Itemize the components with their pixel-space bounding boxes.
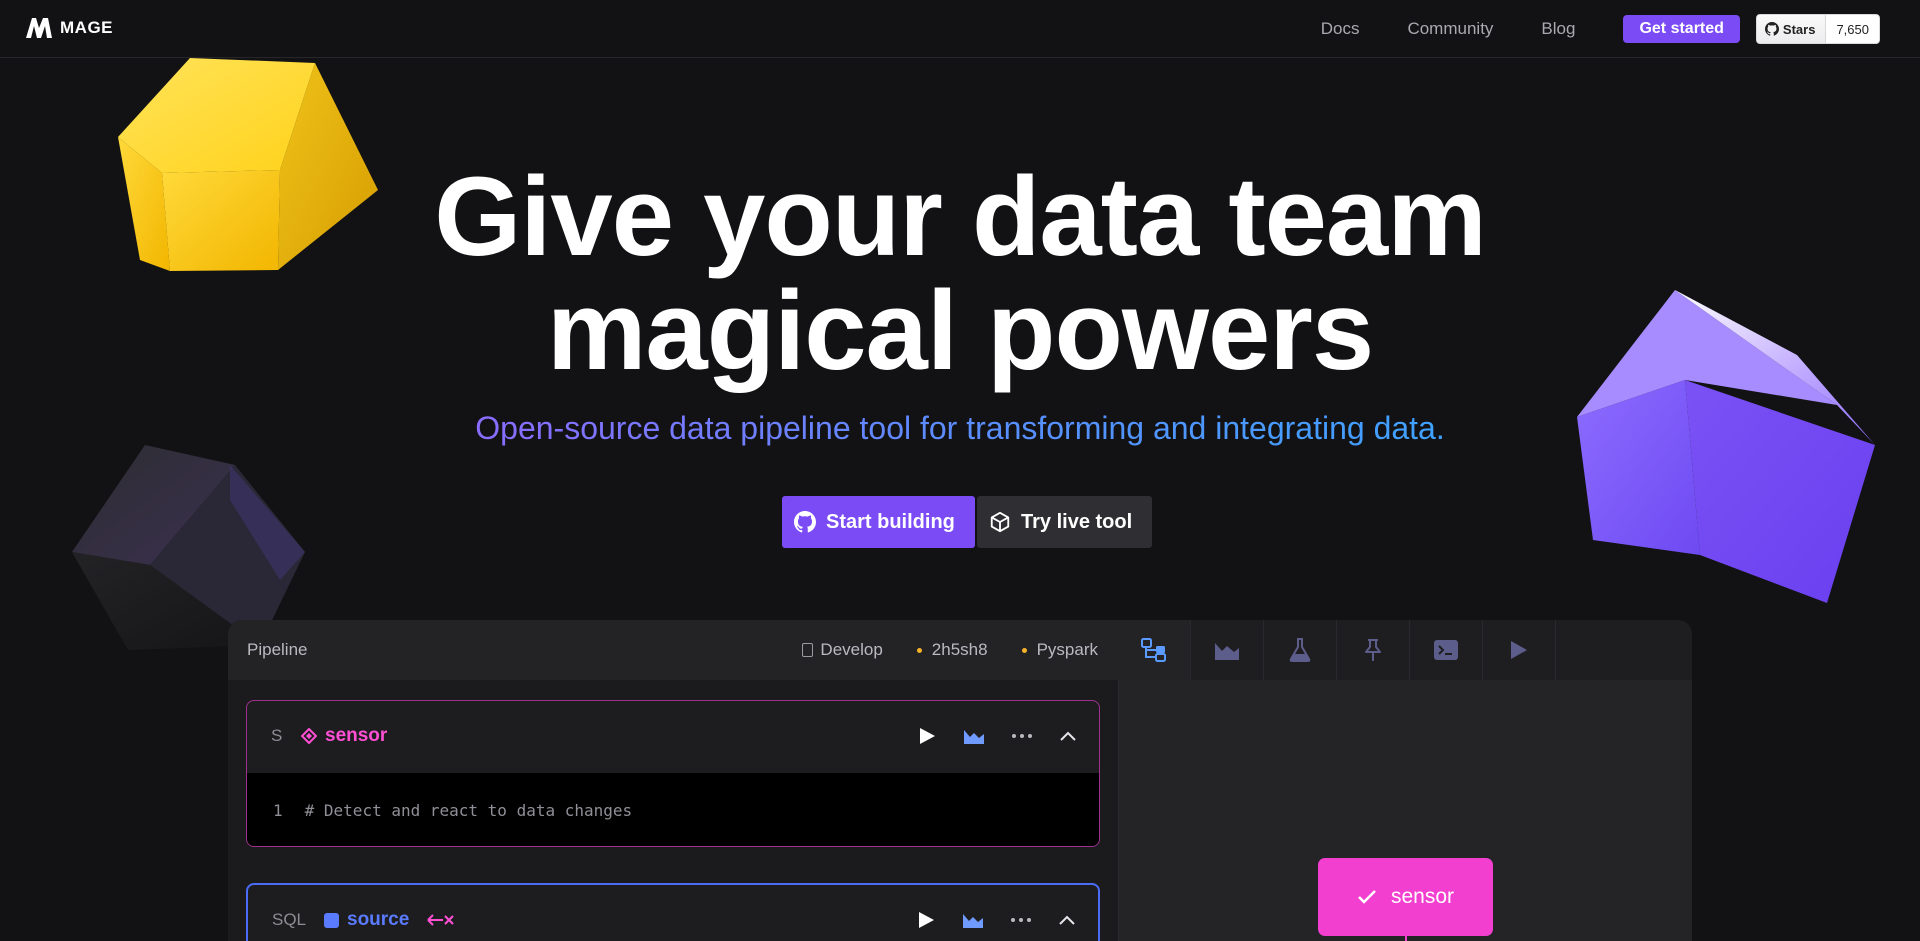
- code-editor[interactable]: 1 # Detect and react to data changes: [247, 773, 1099, 846]
- flask-icon: [1289, 638, 1311, 662]
- try-live-tool-label: Try live tool: [1021, 510, 1133, 533]
- code-line: # Detect and react to data changes: [304, 801, 633, 820]
- github-stars-count: 7,650: [1836, 21, 1869, 37]
- play-icon: [1511, 641, 1527, 659]
- nav-link-community[interactable]: Community: [1407, 19, 1493, 39]
- block-type-letter: SQL: [272, 910, 307, 929]
- block-type-letter: S: [271, 726, 283, 745]
- pin-icon: [1365, 639, 1381, 661]
- mage-logo[interactable]: MAGE: [24, 16, 113, 40]
- sensor-icon: [301, 728, 317, 744]
- tab-pin[interactable]: [1337, 620, 1410, 680]
- github-icon: [794, 511, 816, 533]
- tab-chart[interactable]: [1191, 620, 1264, 680]
- run-block-icon[interactable]: [917, 726, 937, 746]
- pipeline-mode: Develop: [802, 640, 883, 660]
- chevron-up-icon[interactable]: [1058, 914, 1076, 926]
- tab-run[interactable]: [1483, 620, 1556, 680]
- chart-icon[interactable]: [962, 911, 984, 929]
- code-block-source[interactable]: SQL source: [246, 883, 1100, 941]
- block-name-label: sensor: [325, 725, 388, 746]
- status-dot-icon: [916, 648, 922, 654]
- more-options-icon[interactable]: [1011, 733, 1033, 739]
- document-icon: [802, 643, 814, 657]
- chevron-up-icon[interactable]: [1059, 730, 1077, 742]
- start-building-button[interactable]: Start building: [782, 496, 975, 548]
- status-dot-icon: [1021, 648, 1027, 654]
- block-header: SQL source: [248, 885, 1098, 941]
- try-live-tool-button[interactable]: Try live tool: [977, 496, 1153, 548]
- tab-tests[interactable]: [1264, 620, 1337, 680]
- hero-subtitle: Open-source data pipeline tool for trans…: [0, 410, 1920, 447]
- dependency-tree-icon: [1141, 638, 1166, 662]
- logo-text: MAGE: [60, 18, 113, 37]
- block-name[interactable]: sensor: [301, 725, 387, 747]
- pipeline-header: Pipeline Develop 2h5sh8 Pyspark: [228, 620, 1118, 680]
- terminal-icon: [1434, 640, 1458, 660]
- run-block-icon[interactable]: [916, 910, 936, 930]
- graph-node-sensor[interactable]: sensor: [1318, 858, 1493, 936]
- pipeline-editor-preview: Pipeline Develop 2h5sh8 Pyspark S sensor…: [228, 620, 1692, 941]
- nav-link-docs[interactable]: Docs: [1321, 19, 1360, 39]
- github-stars-label: Stars: [1782, 21, 1816, 37]
- source-square-icon: [324, 912, 339, 928]
- chart-icon: [1215, 643, 1239, 660]
- github-stars-button[interactable]: Stars 7,650: [1755, 14, 1880, 44]
- top-navbar: MAGE Docs Community Blog Get started Sta…: [0, 0, 1920, 58]
- mage-logo-icon: [26, 18, 52, 38]
- line-number: 1: [273, 801, 283, 820]
- tab-terminal[interactable]: [1410, 620, 1483, 680]
- block-name-label: source: [347, 909, 410, 930]
- chart-icon[interactable]: [963, 727, 985, 745]
- sidekick-tabs: [1118, 620, 1692, 680]
- nav-link-blog[interactable]: Blog: [1541, 19, 1575, 39]
- hero-title-line-2: magical powers: [546, 268, 1374, 393]
- cube-outline-icon: [990, 511, 1010, 533]
- pipeline-id: 2h5sh8: [916, 640, 988, 660]
- graph-edge: [1405, 936, 1407, 941]
- code-block-sensor[interactable]: S sensor 1 # Detect and react to data ch…: [246, 700, 1100, 847]
- start-building-label: Start building: [826, 510, 955, 533]
- block-name[interactable]: source: [324, 909, 455, 931]
- get-started-button[interactable]: Get started: [1623, 15, 1740, 43]
- hero-title-line-1: Give your data team: [434, 154, 1487, 279]
- hero-subtitle-text: Open-source data pipeline tool for trans…: [475, 410, 1445, 446]
- github-icon: [1764, 22, 1779, 36]
- pipeline-title: Pipeline: [247, 640, 308, 659]
- graph-node-label: sensor: [1390, 885, 1455, 908]
- more-options-icon[interactable]: [1010, 917, 1032, 923]
- pipeline-engine: Pyspark: [1021, 640, 1098, 660]
- hero-title: Give your data team magical powers: [0, 160, 1920, 388]
- data-integration-icon: [427, 914, 455, 926]
- checkmark-icon: [1358, 890, 1376, 904]
- tab-dependency-tree[interactable]: [1118, 620, 1191, 680]
- block-header: S sensor: [247, 701, 1099, 771]
